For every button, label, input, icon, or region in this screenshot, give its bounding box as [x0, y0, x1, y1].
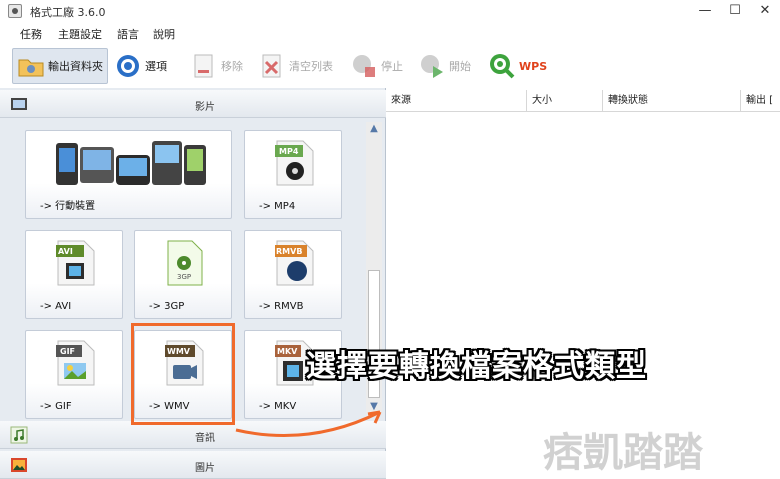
tile-rmvb[interactable]: RMVB -> RMVB [244, 230, 342, 319]
3gp-file-icon [165, 239, 205, 290]
menu-help[interactable]: 說明 [153, 26, 175, 42]
clear-list-button[interactable]: 清空列表 [258, 48, 338, 84]
stop-button[interactable]: 停止 [350, 48, 410, 84]
options-button[interactable]: 選項 [114, 48, 176, 84]
category-image[interactable]: 圖片 [0, 451, 386, 479]
output-folder-button[interactable]: 輸出資料夾 [12, 48, 108, 84]
category-video[interactable]: 影片 [0, 90, 386, 118]
scroll-up-icon[interactable]: ▲ [367, 122, 381, 136]
column-output[interactable]: 輸出 [ [741, 90, 780, 112]
tile-mobile[interactable]: -> 行動裝置 [25, 130, 232, 219]
clear-list-icon [258, 52, 286, 80]
watermark: 痞凱踏踏 [543, 430, 703, 476]
annotation-caption: 選擇要轉換檔案格式類型 [306, 349, 647, 384]
remove-button[interactable]: 移除 [190, 48, 248, 84]
start-icon [418, 52, 446, 80]
stop-icon [350, 52, 378, 80]
folder-icon [17, 52, 45, 80]
maximize-button[interactable]: ☐ [720, 2, 750, 20]
tile-3gp[interactable]: 3GP -> 3GP [134, 230, 232, 319]
menu-theme[interactable]: 主題設定 [58, 26, 102, 42]
tile-gif[interactable]: GIF -> GIF [25, 330, 123, 419]
title-bar: 格式工廠 3.6.0 — ☐ ✕ [0, 0, 780, 22]
column-size[interactable]: 大小 [527, 90, 603, 112]
column-source[interactable]: 來源 [386, 90, 527, 112]
app-window: 格式工廠 3.6.0 — ☐ ✕ 任務 主題設定 語言 說明 輸出資料夾 選項 [0, 0, 780, 479]
toolbar: 輸出資料夾 選項 移除 清空列表 停止 開始 WPS [0, 46, 780, 86]
app-logo-icon [8, 4, 22, 18]
minimize-button[interactable]: — [690, 2, 720, 20]
menu-tasks[interactable]: 任務 [20, 26, 42, 42]
tile-avi[interactable]: AVI -> AVI [25, 230, 123, 319]
tile-mp4[interactable]: MP4 -> MP4 [244, 130, 342, 219]
gear-icon [114, 52, 142, 80]
wmv-highlight-box [131, 323, 235, 425]
close-button[interactable]: ✕ [750, 2, 780, 20]
wps-icon [488, 52, 516, 80]
annotation-arrow-icon [235, 410, 382, 438]
column-status[interactable]: 轉換狀態 [603, 90, 741, 112]
window-title: 格式工廠 3.6.0 [30, 6, 106, 19]
menu-bar: 任務 主題設定 語言 說明 [0, 24, 780, 44]
menu-language[interactable]: 語言 [117, 26, 139, 42]
start-button[interactable]: 開始 [418, 48, 478, 84]
mobile-devices-icon [56, 137, 206, 192]
wps-button[interactable]: WPS [488, 48, 554, 84]
remove-icon [190, 52, 218, 80]
